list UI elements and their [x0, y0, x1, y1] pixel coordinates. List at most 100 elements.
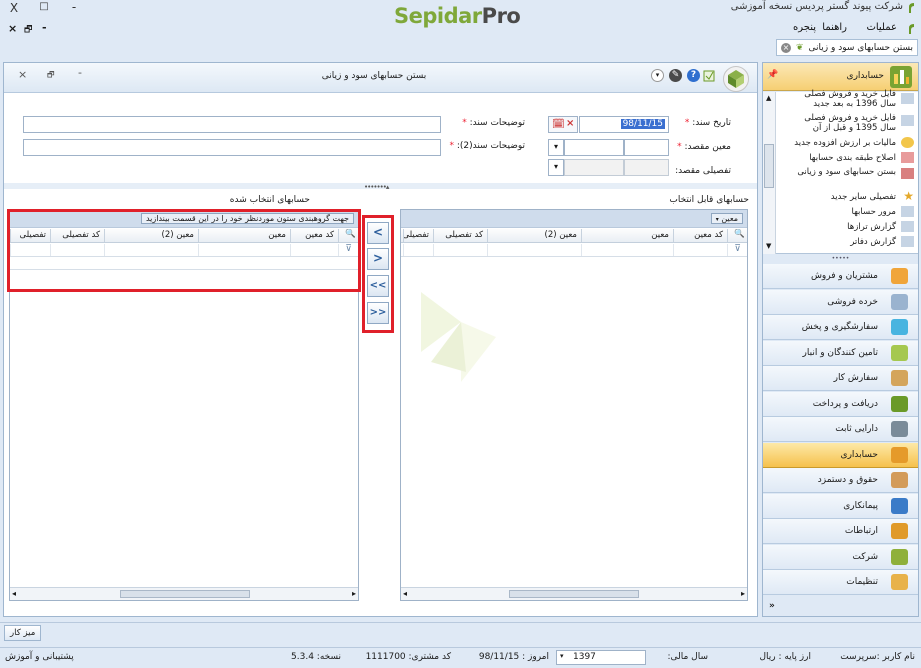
nav-module-work-order[interactable]: سفارش کار — [763, 366, 918, 391]
moein-code-input[interactable] — [624, 139, 669, 156]
move-left-button[interactable]: < — [367, 222, 389, 244]
move-all-left-button[interactable]: << — [367, 275, 389, 297]
available-filter-icon[interactable]: ⊽ — [727, 244, 747, 256]
close-window-button[interactable]: X — [6, 1, 22, 15]
nav-module-receipt-payment[interactable]: دریافت و پرداخت — [763, 391, 918, 417]
form-menu-dropdown-icon[interactable]: ▾ — [651, 69, 664, 82]
document-tab-close-icon[interactable]: × — [780, 42, 791, 53]
mdi-close-button[interactable]: × — [8, 22, 17, 35]
nav-module-label: ارتباطات — [844, 526, 878, 536]
date-input[interactable]: 98/11/15 — [579, 116, 669, 133]
nav-module-retail[interactable]: خرده فروشی — [763, 289, 918, 315]
nav-module-fixed-assets[interactable]: دارایی ثابت — [763, 417, 918, 442]
form-action-icon[interactable] — [703, 69, 715, 83]
tree-item-balance-report[interactable]: گزارش ترازها — [786, 222, 896, 232]
desc2-input[interactable] — [23, 139, 441, 156]
available-col-tafsili-code[interactable]: کد تفصیلی — [433, 229, 487, 242]
nav-module-communications[interactable]: ارتباطات — [763, 519, 918, 544]
scroll-right-icon[interactable]: ▸ — [352, 589, 356, 598]
restore-window-button[interactable]: □ — [36, 1, 52, 12]
nav-splitter[interactable]: ••••• — [763, 255, 918, 264]
available-col-moein2[interactable]: معین (2) — [487, 229, 581, 242]
fiscal-year-select[interactable]: ▾ 1397 — [556, 650, 646, 665]
available-h-scrollbar[interactable]: ◂ ▸ — [401, 587, 747, 600]
desktop-button[interactable]: میز کار — [4, 625, 42, 641]
desc-input[interactable] — [23, 116, 441, 133]
available-col-moein-code[interactable]: کد معین — [673, 229, 727, 242]
status-today: امروز : 98/11/15 — [478, 652, 549, 662]
tafsili-code-input[interactable] — [624, 159, 669, 176]
help-icon[interactable]: ? — [687, 69, 700, 82]
date-label: تاریخ سند: * — [684, 118, 731, 128]
scroll-left-icon[interactable]: ◂ — [12, 589, 16, 598]
selected-h-scrollbar[interactable]: ◂ ▸ — [10, 587, 358, 600]
nav-module-payroll[interactable]: حقوق و دستمزد — [763, 468, 918, 493]
tree-v-scrollbar[interactable]: ▲ ▼ — [763, 92, 776, 254]
move-all-right-button[interactable]: >> — [367, 302, 389, 324]
available-scroll-thumb[interactable] — [509, 590, 639, 598]
document-tab-icon: ❦ — [795, 42, 804, 53]
pin-icon[interactable]: 📌 — [767, 70, 778, 80]
tree-item-other-tafsili[interactable]: تفصیلی سایر جدید — [786, 192, 896, 202]
nav-module-label: تامین کنندگان و انبار — [802, 347, 878, 358]
scroll-right-icon[interactable]: ▸ — [741, 589, 745, 598]
tree-item-reclassify[interactable]: اصلاح طبقه بندی حسابها — [786, 153, 896, 163]
moein-name-input[interactable] — [564, 139, 624, 156]
settings-icon — [891, 574, 908, 590]
available-col-moein[interactable]: معین — [581, 229, 673, 242]
tree-item-close-accounts[interactable]: بستن حسابهای سود و زیانی — [786, 167, 896, 177]
nav-module-contracting[interactable]: پیمانکاری — [763, 493, 918, 519]
nav-module-company[interactable]: شرکت — [763, 544, 918, 570]
group-chip-moein[interactable]: معین ▾ — [710, 213, 743, 224]
menu-operations[interactable]: عملیات — [866, 22, 897, 33]
nav-expand-icon[interactable]: » — [769, 601, 775, 611]
menu-help[interactable]: راهنما — [822, 22, 847, 33]
scroll-down-icon[interactable]: ▼ — [766, 242, 771, 250]
nav-module-accounting[interactable]: حسابداری — [763, 442, 918, 468]
tree-item-ledger-report[interactable]: گزارش دفاتر — [786, 237, 896, 247]
tree-item-purchase-sales-1395[interactable]: فایل خرید و فروش فصلی سال 1395 و قبل از … — [786, 113, 896, 133]
tree-item-browse-accounts[interactable]: مرور حسابها — [786, 207, 896, 217]
form-restore-button[interactable]: 🗗 — [47, 69, 55, 83]
tree-item-purchase-sales-1396[interactable]: فایل خرید و فروش فصلی سال 1396 به بعد جد… — [786, 89, 896, 109]
move-right-button[interactable]: > — [367, 248, 389, 270]
nav-module-suppliers-inventory[interactable]: تامین کنندگان و انبار — [763, 340, 918, 366]
fiscal-year-value: 1397 — [573, 652, 596, 662]
nav-module-customers-sales[interactable]: مشتریان و فروش — [763, 264, 918, 289]
mdi-restore-button[interactable]: 🗗 — [24, 22, 32, 38]
document-tab[interactable]: بستن حسابهای سود و زیانی ❦ × — [775, 39, 918, 56]
tafsili-dropdown-button[interactable]: ▾ — [548, 159, 564, 176]
report-icon — [901, 93, 914, 104]
form-close-button[interactable]: × — [18, 68, 27, 81]
calendar-icon[interactable]: 🗓 — [552, 119, 565, 130]
moein-dropdown-button[interactable]: ▾ — [548, 139, 564, 156]
scroll-up-icon[interactable]: ▲ — [766, 94, 771, 102]
available-group-bar[interactable]: معین ▾ — [401, 210, 747, 228]
support-link[interactable]: پشتیبانی و آموزش — [5, 652, 74, 662]
form-header: ? ✎ ▾ بستن حسابهای سود و زیانی × 🗗 - — [4, 63, 757, 93]
status-bar: نام کاربر :سرپرست ارز پایه : ریال سال ما… — [0, 647, 921, 668]
tafsili-name-input[interactable] — [564, 159, 624, 176]
edit-icon — [901, 152, 914, 163]
nav-module-settings[interactable]: تنظیمات — [763, 570, 918, 595]
menu-window[interactable]: پنجره — [793, 22, 816, 33]
mdi-minimize-button[interactable]: - — [42, 21, 47, 34]
suppliers-inventory-icon — [891, 344, 908, 361]
clear-date-icon[interactable]: × — [566, 118, 574, 129]
scroll-left-icon[interactable]: ◂ — [403, 589, 407, 598]
taskbar: میز کار — [0, 622, 921, 642]
nav-header: حسابداری 📌 — [763, 63, 918, 91]
tree-scroll-thumb[interactable] — [764, 144, 774, 188]
options-icon[interactable]: ✎ — [669, 69, 682, 82]
form-splitter[interactable]: •••••••▴ — [4, 183, 757, 191]
nav-module-label: سفارشگیری و پخش — [801, 322, 878, 332]
selected-scroll-thumb[interactable] — [120, 590, 250, 598]
minimize-window-button[interactable]: - — [66, 0, 82, 14]
accounting-icon — [891, 446, 908, 463]
tree-item-vat[interactable]: مالیات بر ارزش افزوده جدید — [786, 138, 896, 148]
available-filter-row[interactable]: ⊽ — [401, 244, 747, 257]
available-search-icon[interactable]: 🔍 — [727, 229, 747, 242]
nav-module-order-distribution[interactable]: سفارشگیری و پخش — [763, 315, 918, 340]
form-minimize-button[interactable]: - — [78, 66, 82, 79]
available-col-tafsili[interactable]: تفصیلی — [403, 229, 433, 242]
